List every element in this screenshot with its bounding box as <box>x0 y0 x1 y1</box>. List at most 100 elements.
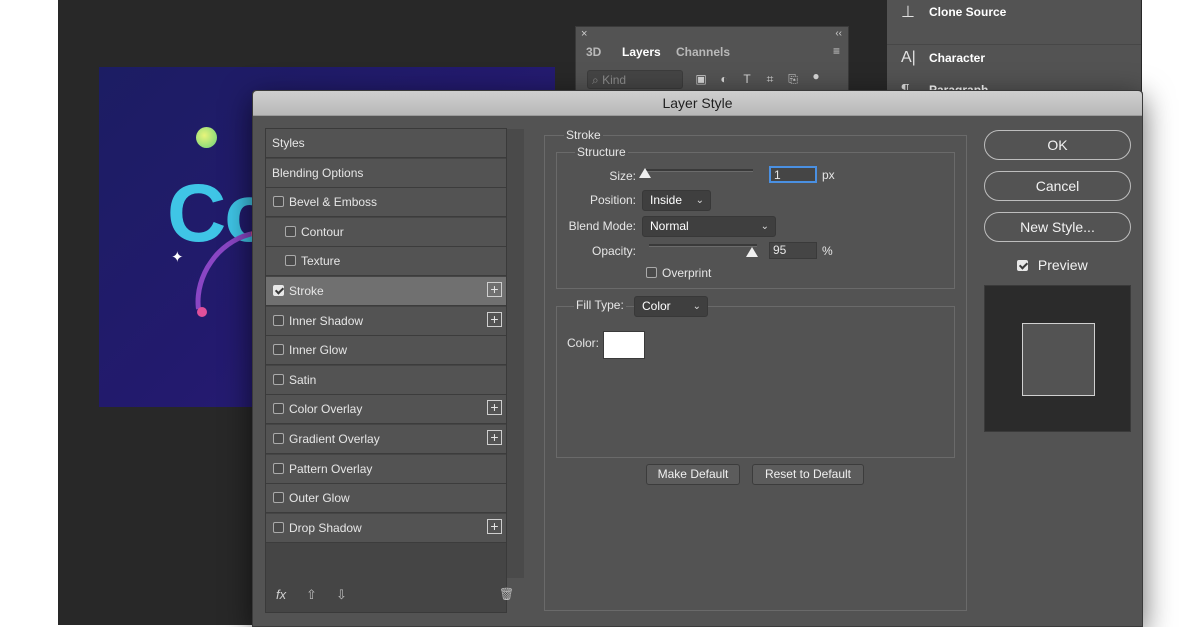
style-checkbox[interactable] <box>273 462 284 474</box>
opacity-label: Opacity: <box>591 244 636 258</box>
add-effect-icon[interactable]: + <box>487 518 502 534</box>
style-checkbox[interactable] <box>273 285 284 296</box>
style-checkbox[interactable] <box>273 196 284 208</box>
adjustment-filter-icon[interactable]: ◐ <box>717 72 731 86</box>
fx-icon[interactable]: fx <box>276 587 286 602</box>
collapse-icon[interactable]: ‹‹ <box>835 28 842 39</box>
character-label: Character <box>929 51 986 65</box>
preview-thumbnail <box>984 285 1131 432</box>
make-default-button[interactable]: Make Default <box>646 464 740 485</box>
style-checkbox[interactable] <box>273 314 284 326</box>
close-icon[interactable]: × <box>581 28 587 40</box>
shape-filter-icon[interactable]: ⌗ <box>763 72 777 86</box>
style-row-contour[interactable]: Contour <box>266 217 506 247</box>
style-checkbox[interactable] <box>273 344 284 356</box>
size-input[interactable]: 1 <box>769 166 817 183</box>
blend-mode-select[interactable]: Normal ⌄ <box>642 216 776 237</box>
preview-toggle[interactable]: Preview <box>1017 257 1088 273</box>
clone-source-icon: ⊥ <box>901 4 915 21</box>
type-filter-icon[interactable]: T <box>740 72 754 86</box>
filter-toggle-icon[interactable]: ● <box>809 69 823 83</box>
tab-3d[interactable]: 3D <box>578 42 609 62</box>
add-effect-icon[interactable]: + <box>487 400 502 416</box>
size-slider-thumb[interactable] <box>639 168 651 178</box>
clone-source-row[interactable]: ⊥ Clone Source <box>887 0 1141 26</box>
style-row-label: Satin <box>289 372 317 387</box>
reset-to-default-button[interactable]: Reset to Default <box>752 464 864 485</box>
add-effect-icon[interactable]: + <box>487 430 502 445</box>
color-label: Color: <box>567 336 600 350</box>
style-row-label: Drop Shadow <box>289 520 362 535</box>
style-row-label: Inner Glow <box>289 343 348 358</box>
opacity-input[interactable]: 95 <box>769 242 817 259</box>
chevron-down-icon: ⌄ <box>760 221 769 232</box>
style-checkbox[interactable] <box>285 255 296 267</box>
layer-kind-filter[interactable]: ⌕ Kind <box>587 70 683 89</box>
style-row-satin[interactable]: Satin <box>266 365 506 395</box>
style-row-outer-glow[interactable]: Outer Glow <box>266 484 506 514</box>
fill-type-select[interactable]: Color ⌄ <box>634 296 708 317</box>
new-style-button[interactable]: New Style... <box>984 212 1131 242</box>
style-row-label: Blending Options <box>272 165 364 180</box>
search-icon: ⌕ <box>592 73 599 87</box>
position-select[interactable]: Inside ⌄ <box>642 190 711 211</box>
trash-icon[interactable]: 🗑 <box>499 587 514 601</box>
size-slider-track[interactable] <box>645 169 753 172</box>
character-icon: A| <box>901 49 916 66</box>
position-label: Position: <box>589 193 636 207</box>
blend-mode-label: Blend Mode: <box>568 219 636 233</box>
add-effect-icon[interactable]: + <box>487 282 502 297</box>
style-row-stroke[interactable]: Stroke + <box>266 277 506 306</box>
style-row-label: Inner Shadow <box>289 313 364 328</box>
preview-label: Preview <box>1037 257 1088 273</box>
style-row-label: Outer Glow <box>289 491 350 506</box>
position-value: Inside <box>650 193 683 207</box>
styles-scrollbar[interactable] <box>507 129 524 578</box>
style-row-pattern-overlay[interactable]: Pattern Overlay <box>266 454 506 484</box>
style-checkbox[interactable] <box>273 373 284 385</box>
tab-channels[interactable]: Channels <box>668 42 738 62</box>
panel-menu-icon[interactable]: ≡ <box>833 44 840 58</box>
stroke-group: Stroke Structure Size: 1 px Position: In… <box>544 128 967 611</box>
overprint-checkbox[interactable] <box>646 267 657 278</box>
add-effect-icon[interactable]: + <box>487 311 502 327</box>
style-row-inner-shadow[interactable]: Inner Shadow + <box>266 306 506 336</box>
style-row-styles[interactable]: Styles <box>266 129 506 158</box>
character-row[interactable]: A| Character <box>887 44 1141 71</box>
layer-style-dialog: Layer Style Styles Blending Options Bevel … <box>252 90 1143 627</box>
smart-object-filter-icon[interactable]: ⎘ <box>786 72 800 86</box>
opacity-slider-thumb[interactable] <box>745 247 758 257</box>
art-ball <box>196 127 217 148</box>
style-row-label: Bevel & Emboss <box>289 195 378 210</box>
style-row-blending-options[interactable]: Blending Options <box>266 158 506 188</box>
move-down-icon[interactable]: ⇩ <box>336 587 347 603</box>
style-row-inner-glow[interactable]: Inner Glow <box>266 336 506 366</box>
layers-panel: × ‹‹ 3D Layers Channels ≡ ⌕ Kind ▣ ◐ T ⌗… <box>575 26 849 98</box>
style-checkbox[interactable] <box>285 225 296 237</box>
style-checkbox[interactable] <box>273 492 284 504</box>
preview-checkbox[interactable] <box>1017 260 1028 271</box>
style-row-drop-shadow[interactable]: Drop Shadow + <box>266 513 506 543</box>
style-checkbox[interactable] <box>273 433 284 444</box>
style-row-color-overlay[interactable]: Color Overlay + <box>266 395 506 425</box>
sparkle-icon: ✦ <box>171 249 184 266</box>
structure-group-title: Structure <box>575 145 628 159</box>
opacity-slider-track[interactable] <box>649 244 757 247</box>
clone-source-label: Clone Source <box>929 5 1007 19</box>
style-checkbox[interactable] <box>273 403 284 415</box>
dialog-title[interactable]: Layer Style <box>253 91 1142 116</box>
style-row-bevel-emboss[interactable]: Bevel & Emboss <box>266 188 506 218</box>
move-up-icon[interactable]: ⇧ <box>306 587 317 603</box>
ok-button[interactable]: OK <box>984 130 1131 160</box>
tab-layers[interactable]: Layers <box>614 42 669 62</box>
style-row-label: Styles <box>272 136 305 150</box>
style-row-texture[interactable]: Texture <box>266 247 506 277</box>
cancel-button[interactable]: Cancel <box>984 171 1131 201</box>
stroke-color-swatch[interactable] <box>603 331 645 359</box>
style-row-label: Pattern Overlay <box>289 461 373 476</box>
style-row-label: Texture <box>301 254 341 269</box>
image-filter-icon[interactable]: ▣ <box>694 72 708 86</box>
style-checkbox[interactable] <box>273 521 284 533</box>
opacity-unit: % <box>822 244 833 258</box>
style-row-gradient-overlay[interactable]: Gradient Overlay + <box>266 425 506 454</box>
